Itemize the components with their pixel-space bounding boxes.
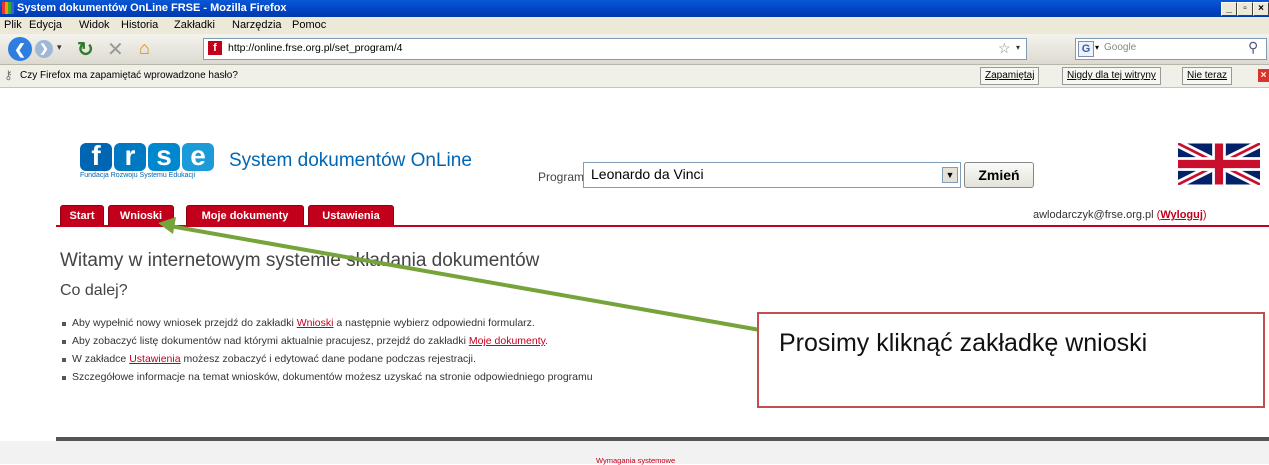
instruction-callout: Prosimy kliknąć zakładkę wnioski bbox=[757, 312, 1265, 408]
callout-text: Prosimy kliknąć zakładkę wnioski bbox=[779, 329, 1148, 357]
